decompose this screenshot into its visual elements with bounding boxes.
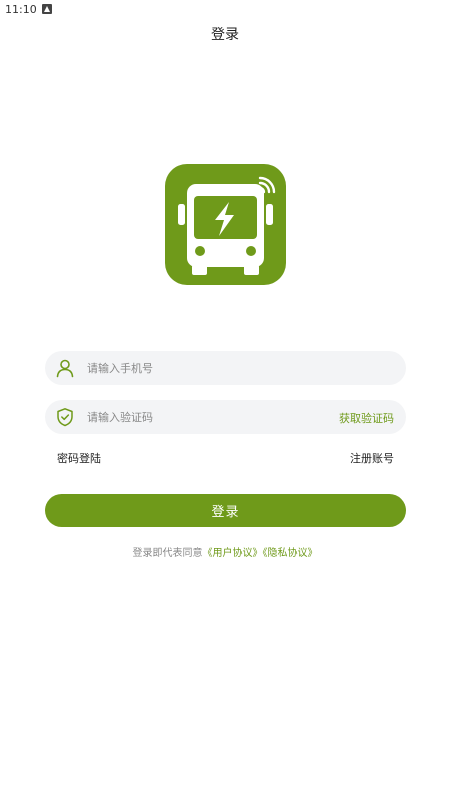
- login-button[interactable]: 登录: [45, 494, 406, 527]
- agreement-text: 登录即代表同意《用户协议》《隐私协议》: [0, 544, 450, 559]
- a-icon: [42, 4, 52, 14]
- password-login-link[interactable]: 密码登陆: [57, 450, 101, 466]
- page-title: 登录: [211, 27, 239, 43]
- agreement-prefix: 登录即代表同意: [132, 548, 203, 559]
- code-input[interactable]: [87, 400, 327, 434]
- user-agreement-link[interactable]: 《用户协议》: [203, 548, 263, 559]
- phone-field: [45, 351, 406, 385]
- register-link[interactable]: 注册账号: [350, 450, 394, 466]
- get-code-button[interactable]: 获取验证码: [339, 410, 394, 426]
- status-bar: 11:10: [0, 0, 450, 20]
- code-field: 获取验证码: [45, 400, 406, 434]
- app-logo: [165, 164, 286, 285]
- status-time: 11:10: [5, 3, 37, 16]
- privacy-policy-link[interactable]: 《隐私协议》: [263, 548, 318, 559]
- user-icon: [55, 358, 75, 378]
- shield-check-icon: [55, 407, 75, 427]
- phone-input[interactable]: [87, 351, 327, 385]
- login-screen: 11:10 登录 请输入手机号 请输入验证码 获取验证码 密码登陆 注册账号 登…: [0, 0, 450, 800]
- electric-bus-icon: [178, 176, 276, 275]
